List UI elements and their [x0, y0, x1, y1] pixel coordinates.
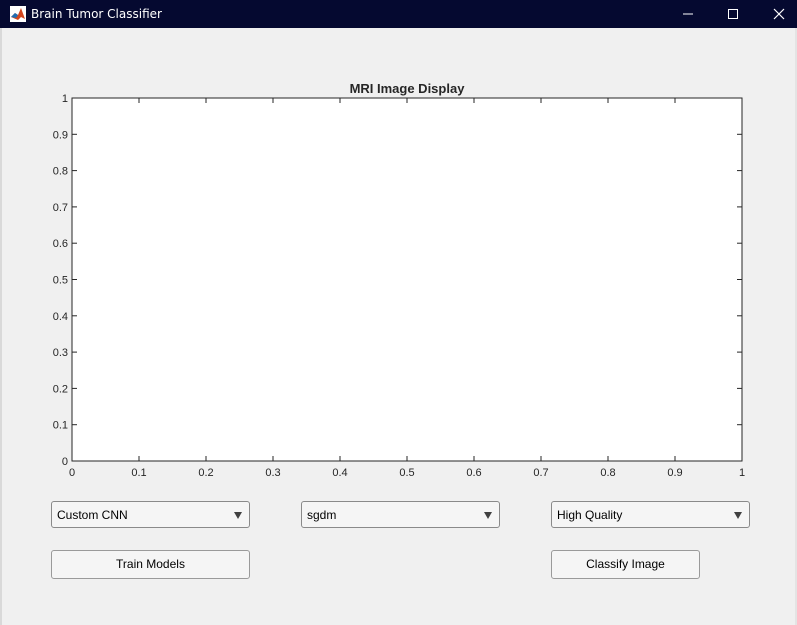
y-tick-label: 0.8 [53, 166, 68, 178]
model-dropdown-value: Custom CNN [57, 508, 128, 522]
y-tick-label: 0.3 [53, 347, 68, 359]
axes-box [71, 97, 743, 462]
optimizer-dropdown-value: sgdm [307, 508, 337, 522]
chevron-down-icon [734, 512, 742, 519]
y-tick-label: 0 [62, 456, 68, 468]
chevron-down-icon [484, 512, 492, 519]
x-tick-label: 0.4 [332, 467, 347, 479]
y-tick-label: 0.4 [53, 311, 68, 323]
optimizer-dropdown[interactable]: sgdm [301, 501, 500, 528]
chevron-down-icon [234, 512, 242, 519]
x-tick-label: 0.5 [399, 467, 414, 479]
x-tick-label: 0 [69, 467, 75, 479]
quality-dropdown-value: High Quality [557, 508, 623, 522]
x-tick-label: 0.6 [466, 467, 481, 479]
train-models-button[interactable]: Train Models [51, 550, 250, 579]
y-tick-label: 0.7 [53, 202, 68, 214]
x-tick-label: 0.8 [600, 467, 615, 479]
x-tick-label: 1 [739, 467, 745, 479]
y-tick-label: 0.2 [53, 383, 68, 395]
y-tick-label: 0.6 [53, 238, 68, 250]
x-tick-label: 0.9 [667, 467, 682, 479]
y-tick-label: 0.9 [53, 129, 68, 141]
y-tick-label: 1 [62, 93, 68, 105]
y-tick-label: 0.5 [53, 275, 68, 287]
model-dropdown[interactable]: Custom CNN [51, 501, 250, 528]
x-tick-label: 0.2 [198, 467, 213, 479]
axes-title: MRI Image Display [350, 81, 466, 96]
quality-dropdown[interactable]: High Quality [551, 501, 750, 528]
classify-image-button[interactable]: Classify Image [551, 550, 700, 579]
x-tick-label: 0.7 [533, 467, 548, 479]
x-tick-label: 0.1 [131, 467, 146, 479]
x-tick-label: 0.3 [265, 467, 280, 479]
mri-image-axes: MRI Image Display 0 0.1 0.2 0.3 0.4 0.5 0.6 0.7… [53, 81, 745, 479]
y-tick-label: 0.1 [53, 420, 68, 432]
